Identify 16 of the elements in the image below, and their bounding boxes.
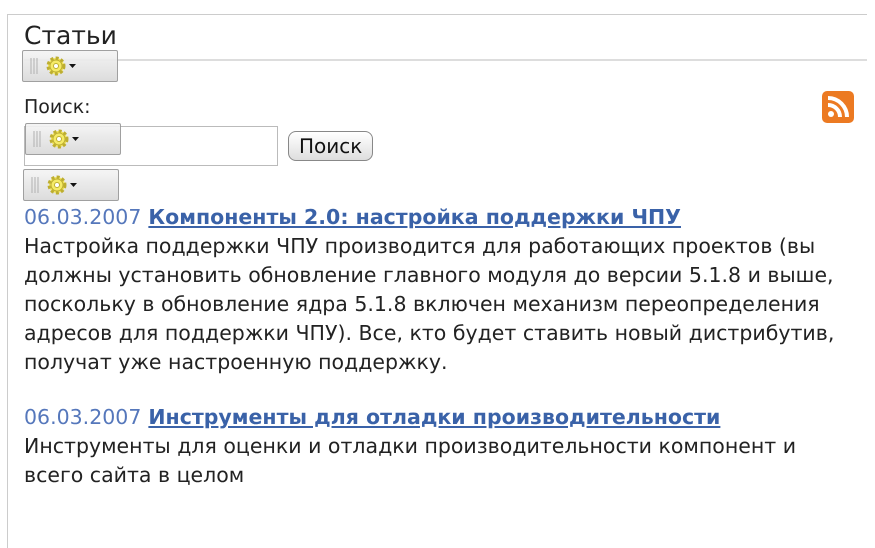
rss-icon[interactable] [822,91,854,123]
component-toolbar[interactable] [23,169,119,201]
section-title: Статьи [24,21,118,51]
article-date: 06.03.2007 [24,205,142,229]
article-date: 06.03.2007 [24,405,142,429]
gear-icon [46,174,78,196]
search-label: Поиск: [24,96,91,118]
article-summary: Настройка поддержки ЧПУ производится для работающих проектов (вы должны установить обновление главного модуля до версии 5.1.8 и выше, поскольку в обновление ядра 5.1.8 включен механизм переопределения адресов для поддержки ЧПУ). Все, кто будет ставить новый дистрибутив, получат уже настроенную поддержку. [24,233,836,376]
gear-icon [45,55,77,77]
article-link[interactable]: Инструменты для отладки производительности [148,405,720,429]
search-button[interactable]: Поиск [288,131,374,161]
article-summary: Инструменты для оценки и отладки производительности компонент и всего сайта в целом [24,433,798,489]
gear-icon [48,128,80,150]
component-toolbar[interactable] [22,50,118,82]
component-toolbar[interactable] [25,123,121,155]
article-link[interactable]: Компоненты 2.0: настройка поддержки ЧПУ [148,205,681,229]
